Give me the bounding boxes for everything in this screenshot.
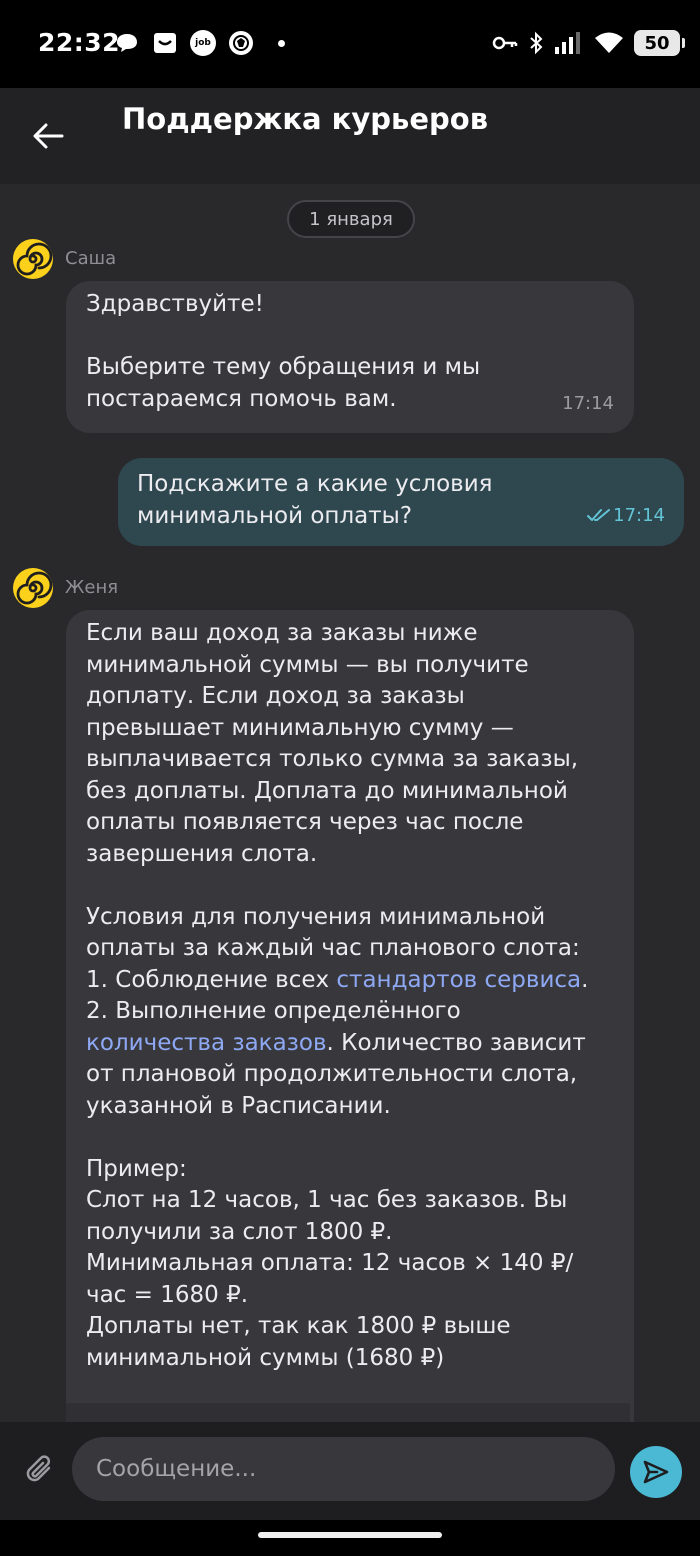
key-icon <box>492 36 518 50</box>
wifi-icon <box>595 32 623 53</box>
spiral-logo-icon <box>16 571 53 605</box>
date-chip: 1 января <box>287 200 415 238</box>
system-nav-bar <box>0 1520 700 1556</box>
author-name: Женя <box>65 577 119 598</box>
app-header: Поддержка курьеров <box>0 88 700 184</box>
author-name: Саша <box>65 248 117 269</box>
battery-indicator: 50 <box>634 30 685 56</box>
message-input[interactable] <box>72 1437 615 1501</box>
status-time: 22:32 <box>38 28 121 57</box>
embedded-card-edge <box>66 1402 630 1422</box>
dot-icon <box>278 39 285 47</box>
link-orders-count[interactable]: количества заказов <box>86 1030 327 1056</box>
avatar <box>13 239 53 279</box>
message-text-cond1-prefix: 1. Соблюдение всех <box>86 966 337 993</box>
chat-bubble-icon <box>117 34 137 52</box>
message-text: Подскажите а какие условия минимальной о… <box>137 471 493 529</box>
spiral-logo-icon <box>16 242 53 276</box>
message-bubble-incoming: Если ваш доход за заказы ниже минимально… <box>66 610 634 1422</box>
system-icons: 50 <box>492 30 685 56</box>
message-bubble-incoming: Здравствуйте! Выберите тему обращения и … <box>66 281 634 433</box>
paperclip-icon[interactable] <box>22 1452 58 1488</box>
message-text-intro: Если ваш доход за заказы ниже минимально… <box>86 620 580 961</box>
message-text: Если ваш доход за заказы ниже минимально… <box>86 618 626 1374</box>
bluetooth-icon <box>530 31 543 55</box>
status-bar: 22:32 job 50 <box>0 0 700 88</box>
home-indicator[interactable] <box>258 1532 442 1538</box>
link-service-standards[interactable]: стандартов сервиса <box>336 967 581 993</box>
message-time-value: 17:14 <box>613 504 665 526</box>
notification-icons: job <box>114 30 285 56</box>
message-bubble-outgoing: Подскажите а какие условия минимальной о… <box>118 458 684 546</box>
composer-bar <box>0 1422 700 1520</box>
page-title: Поддержка курьеров <box>122 102 489 136</box>
send-button[interactable] <box>630 1446 682 1498</box>
send-icon <box>643 1460 669 1484</box>
double-check-icon <box>587 509 611 522</box>
message-time: 17:14 <box>562 392 614 414</box>
inbox-icon <box>154 33 176 53</box>
avatar <box>13 568 53 608</box>
emblem-icon <box>229 31 253 55</box>
signal-icon <box>555 32 580 54</box>
job-app-icon: job <box>190 30 216 56</box>
arrow-left-icon[interactable] <box>30 118 66 154</box>
message-text: Здравствуйте! Выберите тему обращения и … <box>86 291 481 412</box>
message-time: 17:14 <box>587 500 665 532</box>
message-text-rest: . Количество зависит от плановой продолж… <box>86 1029 586 1371</box>
chat-area[interactable]: 1 января Саша Здравствуйте! Выберите тем… <box>0 184 700 1422</box>
